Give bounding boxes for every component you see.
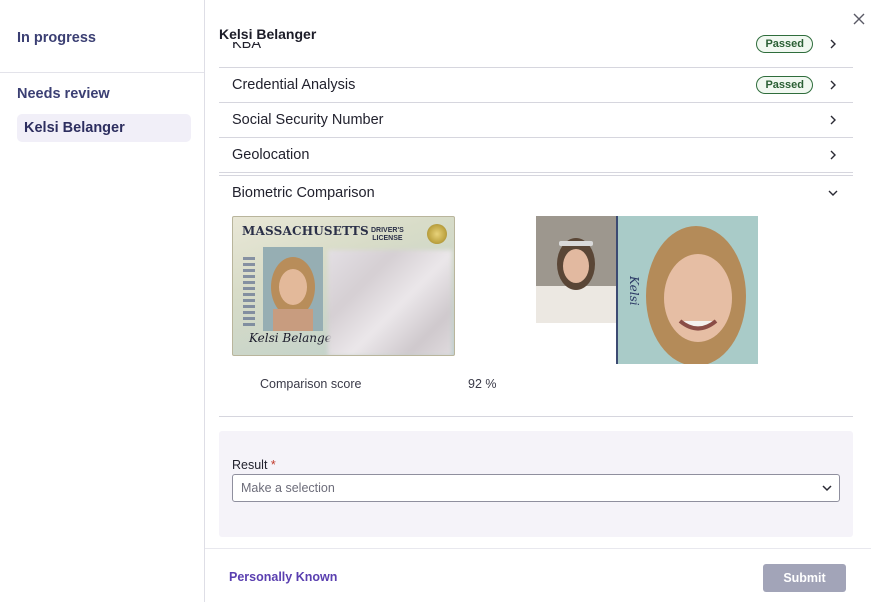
personally-known-link[interactable]: Personally Known (229, 570, 337, 584)
row-social-security-number[interactable]: Social Security Number (219, 103, 853, 138)
status-badge: Passed (756, 34, 813, 53)
footer-divider (205, 548, 871, 549)
redacted-area (328, 250, 452, 355)
chevron-down-icon (828, 190, 838, 196)
id-type-line2: LICENSE (372, 235, 403, 242)
comparison-score-label: Comparison score (260, 377, 362, 391)
id-card-image: MASSACHUSETTS DRIVER'S LICENSE Kelsi Bel… (232, 216, 455, 356)
id-face-crop-image: Kelsi (616, 216, 758, 364)
id-signature: Kelsi Belanger (249, 331, 338, 345)
row-label: Credential Analysis (232, 77, 356, 93)
status-badge: Passed (756, 76, 813, 94)
needs-review-heading[interactable]: Needs review (17, 86, 110, 102)
chevron-right-icon (830, 150, 836, 160)
result-select-placeholder: Make a selection (241, 481, 335, 495)
seal-icon (427, 224, 447, 244)
row-label: Geolocation (232, 147, 310, 163)
id-type-label: DRIVER'S LICENSE (371, 227, 404, 243)
row-biometric-comparison[interactable]: Biometric Comparison (219, 175, 853, 210)
comparison-score-value: 92 % (468, 377, 497, 391)
row-geolocation[interactable]: Geolocation (219, 138, 853, 173)
result-section: Result * Make a selection (219, 431, 853, 537)
selfie-image (536, 216, 616, 323)
submit-button[interactable]: Submit (763, 564, 846, 592)
result-label-text: Result (232, 458, 268, 472)
id-type-line1: DRIVER'S (371, 227, 404, 234)
result-select[interactable]: Make a selection (232, 474, 840, 502)
id-portrait (263, 247, 323, 331)
row-label: Social Security Number (232, 112, 384, 128)
sidebar-item-kelsi-belanger[interactable]: Kelsi Belanger (17, 114, 191, 142)
required-marker: * (270, 458, 276, 472)
sidebar: In progress Needs review Kelsi Belanger (0, 0, 205, 602)
chevron-right-icon (830, 39, 836, 48)
id-state-name: MASSACHUSETTS (242, 224, 369, 238)
id-vertical-text (243, 257, 255, 327)
section-divider (219, 416, 853, 417)
chevron-right-icon (830, 80, 836, 90)
chevron-down-icon (822, 485, 832, 492)
sidebar-divider (0, 72, 204, 73)
review-panel: Kelsi Belanger KBA Passed Credential Ana… (205, 0, 871, 602)
in-progress-heading[interactable]: In progress (17, 30, 96, 46)
result-label: Result * (232, 458, 276, 472)
chevron-right-icon (830, 115, 836, 125)
close-icon[interactable] (850, 10, 868, 28)
row-label: Biometric Comparison (232, 185, 375, 201)
page-title: Kelsi Belanger (219, 26, 325, 42)
row-credential-analysis[interactable]: Credential Analysis Passed (219, 68, 853, 103)
svg-text:Kelsi: Kelsi (627, 275, 641, 306)
